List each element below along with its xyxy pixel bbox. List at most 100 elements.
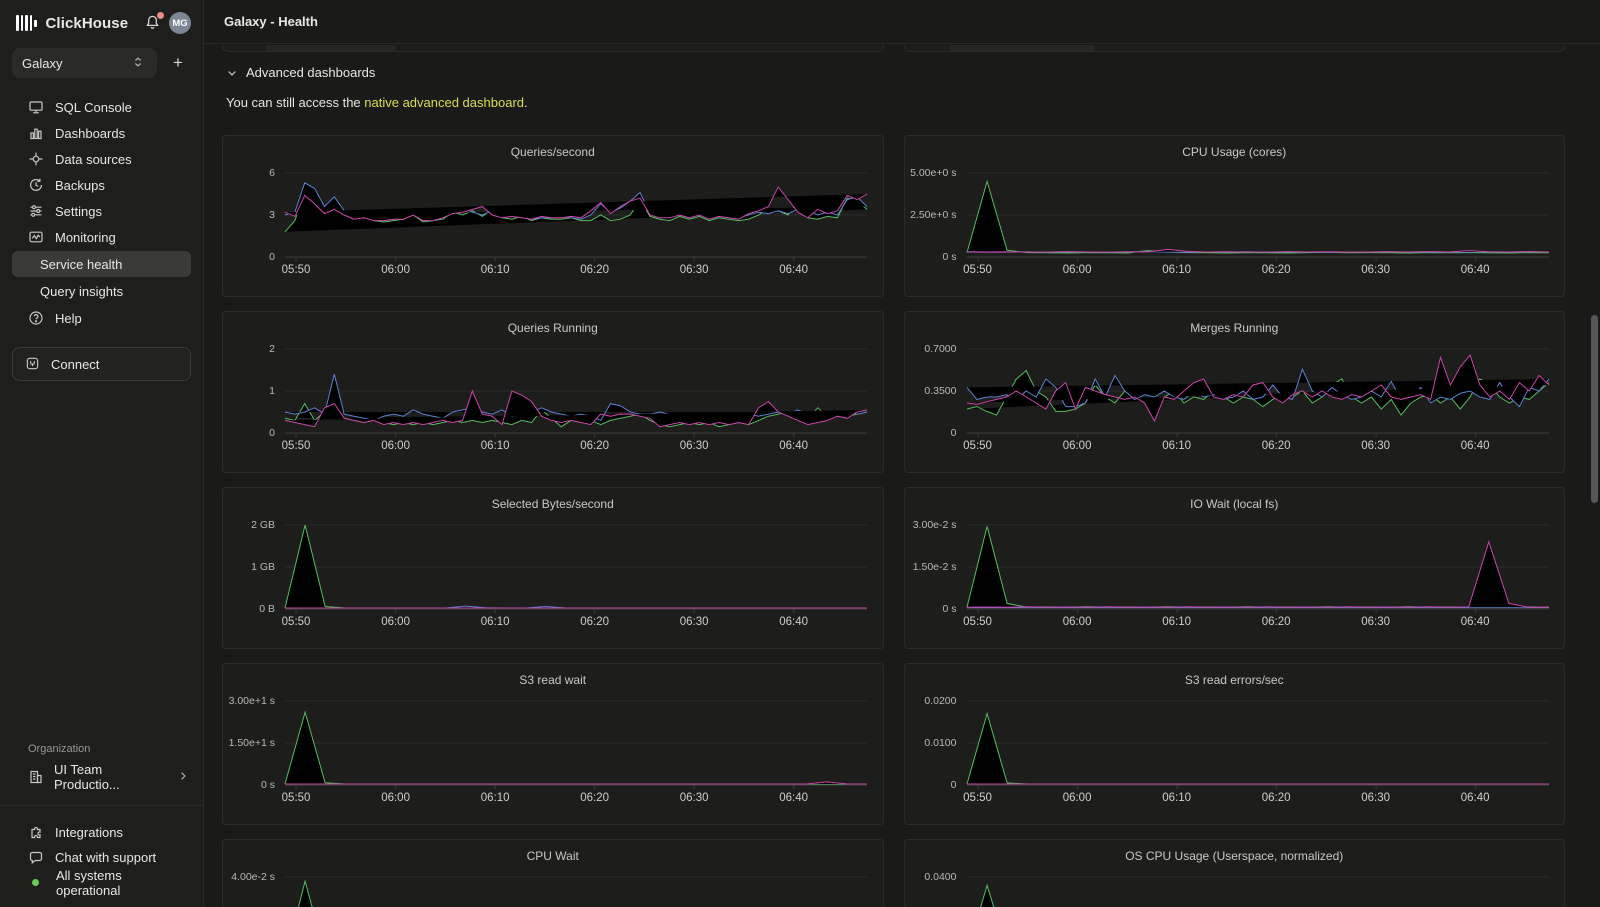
section-title: Advanced dashboards — [246, 65, 375, 80]
x-axis-tick-label: 06:30 — [1352, 264, 1400, 276]
sidebar-item-integrations[interactable]: Integrations — [0, 820, 203, 845]
add-service-button[interactable]: + — [165, 50, 191, 76]
x-axis-tick-label: 06:30 — [1352, 440, 1400, 452]
sidebar-item-dashboards[interactable]: Dashboards — [0, 120, 203, 146]
sidebar-header: ClickHouse MG — [0, 0, 203, 40]
chart-card-s3-read-wait[interactable]: S3 read wait3.00e+1 s1.50e+1 s0 s05:5006… — [222, 663, 884, 825]
x-axis-tick-label: 06:30 — [670, 616, 718, 628]
x-axis-tick-label: 06:10 — [471, 264, 519, 276]
sidebar-item-sql-console[interactable]: SQL Console — [0, 94, 203, 120]
avatar[interactable]: MG — [169, 12, 191, 34]
dashboards-icon — [28, 125, 44, 141]
service-selector[interactable]: Galaxy — [12, 48, 157, 78]
chart-card-selected-bytes-second[interactable]: Selected Bytes/second2 GB1 GB0 B05:5006:… — [222, 487, 884, 649]
series-line — [285, 712, 867, 784]
chart-card-queries-second[interactable]: Queries/second63005:5006:0006:1006:2006:… — [222, 135, 884, 297]
sidebar-item-service-health[interactable]: Service health — [12, 251, 191, 277]
x-axis-tick-label: 06:40 — [1451, 264, 1499, 276]
connect-button[interactable]: Connect — [12, 347, 191, 381]
y-axis-tick-label: 1.50e-2 s — [905, 561, 957, 573]
chart-card-queries-running[interactable]: Queries Running21005:5006:0006:1006:2006… — [222, 311, 884, 473]
monitoring-icon — [28, 229, 44, 245]
sidebar-item-label: Backups — [55, 178, 105, 193]
sidebar-item-label: Dashboards — [55, 126, 125, 141]
chart-card-s3-read-errors-sec[interactable]: S3 read errors/sec0.02000.0100005:5006:0… — [904, 663, 1566, 825]
vertical-scrollbar-thumb[interactable] — [1591, 315, 1598, 503]
y-axis-tick-label: 0.0400 — [905, 871, 957, 883]
x-axis-tick-label: 06:00 — [372, 440, 420, 452]
sidebar-item-label: Data sources — [55, 152, 132, 167]
sidebar-divider — [0, 805, 203, 806]
chart-title: Queries Running — [223, 321, 883, 335]
organization-switcher[interactable]: UI Team Productio... — [0, 765, 203, 789]
chart-title: OS CPU Usage (Userspace, normalized) — [905, 849, 1565, 863]
clipped-chart-card — [904, 45, 1566, 52]
y-axis-tick-label: 0 — [905, 427, 957, 439]
x-axis-tick-label: 05:50 — [272, 616, 320, 628]
sidebar-item-backups[interactable]: Backups — [0, 172, 203, 198]
sidebar-item-data-sources[interactable]: Data sources — [0, 146, 203, 172]
y-axis-tick-label: 0 — [223, 427, 275, 439]
y-axis-tick-label: 0 — [905, 779, 957, 791]
brand-name: ClickHouse — [46, 15, 138, 32]
footer-item-label: Integrations — [55, 825, 123, 840]
x-axis-tick-label: 06:10 — [1153, 440, 1201, 452]
series-line — [967, 371, 1549, 415]
y-axis-tick-label: 4.00e-2 s — [223, 871, 275, 883]
x-axis-tick-label: 06:10 — [1153, 264, 1201, 276]
sidebar-item-settings[interactable]: Settings — [0, 198, 203, 224]
notice-text: You can still access the — [226, 95, 364, 110]
chart-title: S3 read wait — [223, 673, 883, 687]
series-line — [967, 369, 1549, 406]
sidebar-item-query-insights[interactable]: Query insights — [12, 278, 191, 304]
x-axis-tick-label: 06:20 — [571, 792, 619, 804]
x-axis-tick-label: 06:40 — [770, 616, 818, 628]
sidebar-item-monitoring[interactable]: Monitoring — [0, 224, 203, 250]
series-line — [285, 881, 867, 907]
clipped-charts-row — [222, 45, 1565, 52]
x-axis-tick-label: 05:50 — [954, 264, 1002, 276]
sidebar-item-help[interactable]: Help — [0, 305, 203, 331]
service-selector-value: Galaxy — [22, 56, 62, 71]
series-line — [285, 606, 867, 608]
y-axis-tick-label: 6 — [223, 167, 275, 179]
notifications-bell-icon[interactable] — [144, 14, 162, 32]
chart-card-cpu-usage-cores[interactable]: CPU Usage (cores)5.00e+0 s2.50e+0 s0 s05… — [904, 135, 1566, 297]
x-axis-tick-label: 06:10 — [471, 440, 519, 452]
x-axis-tick-label: 06:20 — [571, 616, 619, 628]
advanced-dashboards-toggle[interactable]: Advanced dashboards — [226, 65, 375, 80]
x-axis-tick-label: 05:50 — [954, 440, 1002, 452]
series-line — [285, 783, 867, 785]
native-advanced-dashboard-link[interactable]: native advanced dashboard — [364, 95, 524, 110]
chart-title: Selected Bytes/second — [223, 497, 883, 511]
organization-icon — [28, 769, 44, 785]
x-axis-tick-label: 06:30 — [1352, 792, 1400, 804]
backups-icon — [28, 177, 44, 193]
sidebar: ClickHouse MG Galaxy + — [0, 0, 204, 907]
chart-card-io-wait-local-fs[interactable]: IO Wait (local fs)3.00e-2 s1.50e-2 s0 s0… — [904, 487, 1566, 649]
x-axis-tick-label: 06:30 — [670, 264, 718, 276]
system-status[interactable]: All systems operational — [0, 870, 203, 895]
series-line — [285, 191, 867, 232]
y-axis-tick-label: 2 — [223, 343, 275, 355]
chart-card-cpu-wait[interactable]: CPU Wait4.00e-2 s2.00e-2 s0 s05:5006:000… — [222, 839, 884, 907]
chart-card-os-cpu-usage-userspace-normalized[interactable]: OS CPU Usage (Userspace, normalized) 0.04… — [904, 839, 1566, 907]
x-axis-tick-label: 06:00 — [1053, 264, 1101, 276]
settings-icon — [28, 203, 44, 219]
status-dot-icon — [32, 879, 39, 886]
y-axis-tick-label: 0 — [223, 251, 275, 263]
organization-name: UI Team Productio... — [54, 762, 167, 792]
x-axis-tick-label: 06:30 — [1352, 616, 1400, 628]
y-axis-tick-label: 2.50e+0 s — [905, 209, 957, 221]
x-axis-tick-label: 06:00 — [372, 792, 420, 804]
x-axis-tick-label: 06:00 — [372, 616, 420, 628]
x-axis-tick-label: 06:20 — [1252, 440, 1300, 452]
x-axis-tick-label: 06:10 — [1153, 616, 1201, 628]
chart-card-merges-running[interactable]: Merges Running0.70000.3500005:5006:0006:… — [904, 311, 1566, 473]
help-icon — [28, 310, 44, 326]
sidebar-item-chat-support[interactable]: Chat with support — [0, 845, 203, 870]
y-axis-tick-label: 0.3500 — [905, 385, 957, 397]
chevron-right-icon — [177, 770, 189, 785]
chart-title: IO Wait (local fs) — [905, 497, 1565, 511]
x-axis-tick-label: 06:00 — [1053, 616, 1101, 628]
